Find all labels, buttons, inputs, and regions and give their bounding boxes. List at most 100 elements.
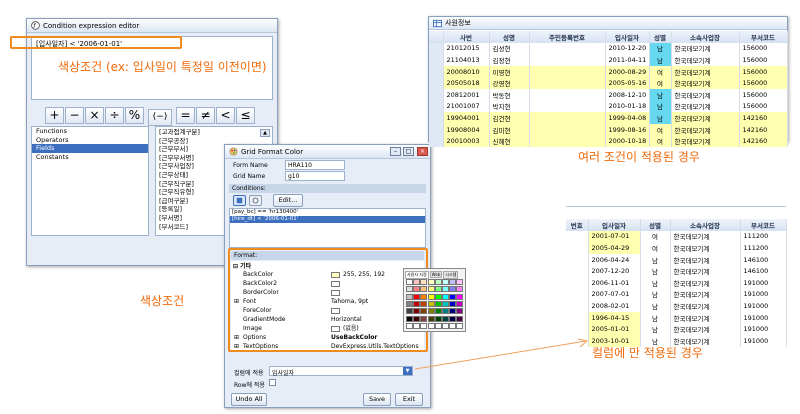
table-row[interactable]: 1996-04-15 남 한국데모기계 191000 <box>566 311 787 324</box>
table-cell[interactable]: 2010-12-20 <box>605 42 650 55</box>
table-row[interactable]: 2005-04-29 여 한국데모기계 111200 <box>566 242 787 254</box>
field-item[interactable]: [고과접계구분] <box>159 128 200 137</box>
table-cell[interactable]: 111200 <box>740 230 787 243</box>
table-cell[interactable]: 191000 <box>740 334 787 347</box>
palette-color-cell[interactable] <box>406 293 413 300</box>
table-cell[interactable]: 1999-08-16 <box>605 123 650 136</box>
table-cell[interactable]: 191000 <box>740 300 787 312</box>
table-cell[interactable]: 김정현 <box>489 54 530 66</box>
column-header[interactable]: 성별 <box>640 219 671 231</box>
palette-color-cell[interactable] <box>413 315 421 322</box>
palette-color-cell[interactable] <box>420 308 428 315</box>
table-cell[interactable]: 1996-04-15 <box>588 311 641 324</box>
table-cell[interactable]: 한국데모기계 <box>671 65 740 78</box>
palette-color-cell[interactable] <box>456 308 464 315</box>
table-cell[interactable]: 146100 <box>740 253 787 266</box>
palette-color-cell[interactable] <box>427 300 435 307</box>
table-cell[interactable] <box>566 276 589 289</box>
grid-name-field[interactable]: g10 <box>285 171 345 181</box>
table-cell[interactable]: 남 <box>640 276 671 289</box>
operator-button[interactable]: ≠ <box>196 107 215 124</box>
palette-color-cell[interactable] <box>406 322 413 329</box>
table-cell[interactable]: 21104013 <box>443 54 490 66</box>
table-cell[interactable]: 여 <box>640 230 671 243</box>
table-cell[interactable] <box>566 253 589 266</box>
table-cell[interactable]: 191000 <box>740 323 787 335</box>
column-header[interactable]: 입사일자 <box>605 31 650 43</box>
table-cell[interactable]: 156000 <box>739 65 788 78</box>
palette-color-cell[interactable] <box>413 286 421 293</box>
palette-tab[interactable]: 시스템 <box>443 271 459 279</box>
table-cell[interactable]: 20812001 <box>443 88 490 101</box>
palette-color-cell[interactable] <box>442 315 449 322</box>
palette-color-cell[interactable] <box>427 279 435 285</box>
remove-condition-button[interactable] <box>249 195 262 206</box>
table-cell[interactable]: 여 <box>649 123 672 136</box>
palette-color-cell[interactable] <box>427 322 435 329</box>
palette-color-cell[interactable] <box>456 300 464 307</box>
table-cell[interactable] <box>529 65 606 78</box>
condition-item[interactable]: [pay_bc] == 'hr130400' <box>230 209 425 216</box>
table-cell[interactable]: 191000 <box>740 288 787 301</box>
table-cell[interactable]: 한국데모기계 <box>670 300 741 312</box>
table-cell[interactable]: 여 <box>649 65 672 78</box>
table-row[interactable]: 19904001 김건현 1999-04-08 남 한국데모기계 142160 <box>429 112 788 124</box>
save-button[interactable]: Save <box>363 393 391 406</box>
field-item[interactable]: [근무상태] <box>159 171 200 180</box>
category-item[interactable]: Functions <box>32 127 148 136</box>
palette-color-cell[interactable] <box>420 322 428 329</box>
table-cell[interactable]: 2006-04-24 <box>588 253 641 266</box>
table-cell[interactable]: 한국데모기계 <box>670 323 741 335</box>
table-cell[interactable]: 20010003 <box>443 135 490 147</box>
palette-color-cell[interactable] <box>420 300 428 307</box>
table-cell[interactable]: 여 <box>640 242 671 254</box>
table-cell[interactable]: 남 <box>640 288 671 301</box>
table-cell[interactable] <box>566 242 589 254</box>
table-row[interactable]: 2007-12-20 남 한국데모기계 146100 <box>566 265 787 277</box>
table-row[interactable]: 2001-07-01 여 한국데모기계 111200 <box>566 230 787 243</box>
dropdown-arrow-icon[interactable]: ▼ <box>403 367 412 375</box>
palette-color-cell[interactable] <box>449 279 457 285</box>
table-cell[interactable]: 남 <box>640 265 671 277</box>
table-cell[interactable] <box>529 123 606 136</box>
table-cell[interactable]: 남 <box>640 300 671 312</box>
palette-color-cell[interactable] <box>427 286 435 293</box>
table-cell[interactable]: 여 <box>649 77 672 89</box>
table-cell[interactable] <box>529 54 606 66</box>
palette-color-cell[interactable] <box>449 300 457 307</box>
column-header[interactable]: 성명 <box>489 31 530 43</box>
palette-color-cell[interactable] <box>434 293 442 300</box>
table-cell[interactable]: 2005-04-29 <box>588 242 641 254</box>
table-cell[interactable]: 2005-01-01 <box>588 323 641 335</box>
table-cell[interactable]: 156000 <box>739 77 788 89</box>
palette-color-cell[interactable] <box>406 315 413 322</box>
operator-button[interactable]: ≤ <box>236 107 255 124</box>
palette-color-cell[interactable] <box>449 315 457 322</box>
category-item[interactable]: Operators <box>32 136 148 145</box>
table-cell[interactable]: 한국데모기계 <box>671 123 740 136</box>
table-cell[interactable]: 142160 <box>739 112 788 124</box>
table-cell[interactable]: 156000 <box>739 42 788 55</box>
palette-color-cell[interactable] <box>413 279 421 285</box>
table-cell[interactable]: 한국데모기계 <box>671 100 740 113</box>
palette-color-cell[interactable] <box>449 308 457 315</box>
table-cell[interactable]: 2011-04-11 <box>605 54 650 66</box>
operator-button[interactable]: ÷ <box>105 107 124 124</box>
table-cell[interactable]: 신혜현 <box>489 135 530 147</box>
operator-button[interactable]: × <box>85 107 104 124</box>
table-cell[interactable]: 한국데모기계 <box>670 265 741 277</box>
palette-color-cell[interactable] <box>456 279 464 285</box>
table-row[interactable]: 20812001 박동현 2008-12-10 남 한국데모기계 156000 <box>429 88 788 101</box>
table-cell[interactable]: 2005-05-16 <box>605 77 650 89</box>
palette-color-cell[interactable] <box>413 322 421 329</box>
palette-color-cell[interactable] <box>420 279 428 285</box>
table-cell[interactable]: 한국데모기계 <box>671 135 740 147</box>
table-cell[interactable]: 남 <box>649 100 672 113</box>
table-cell[interactable]: 남 <box>640 253 671 266</box>
operator-button[interactable]: (−) <box>148 109 172 126</box>
field-item[interactable]: [근무공장] <box>159 137 200 146</box>
table-cell[interactable]: 191000 <box>740 276 787 289</box>
table-cell[interactable]: 142160 <box>739 123 788 136</box>
table-cell[interactable] <box>566 323 589 335</box>
table-row[interactable]: 2008-02-01 남 한국데모기계 191000 <box>566 300 787 312</box>
